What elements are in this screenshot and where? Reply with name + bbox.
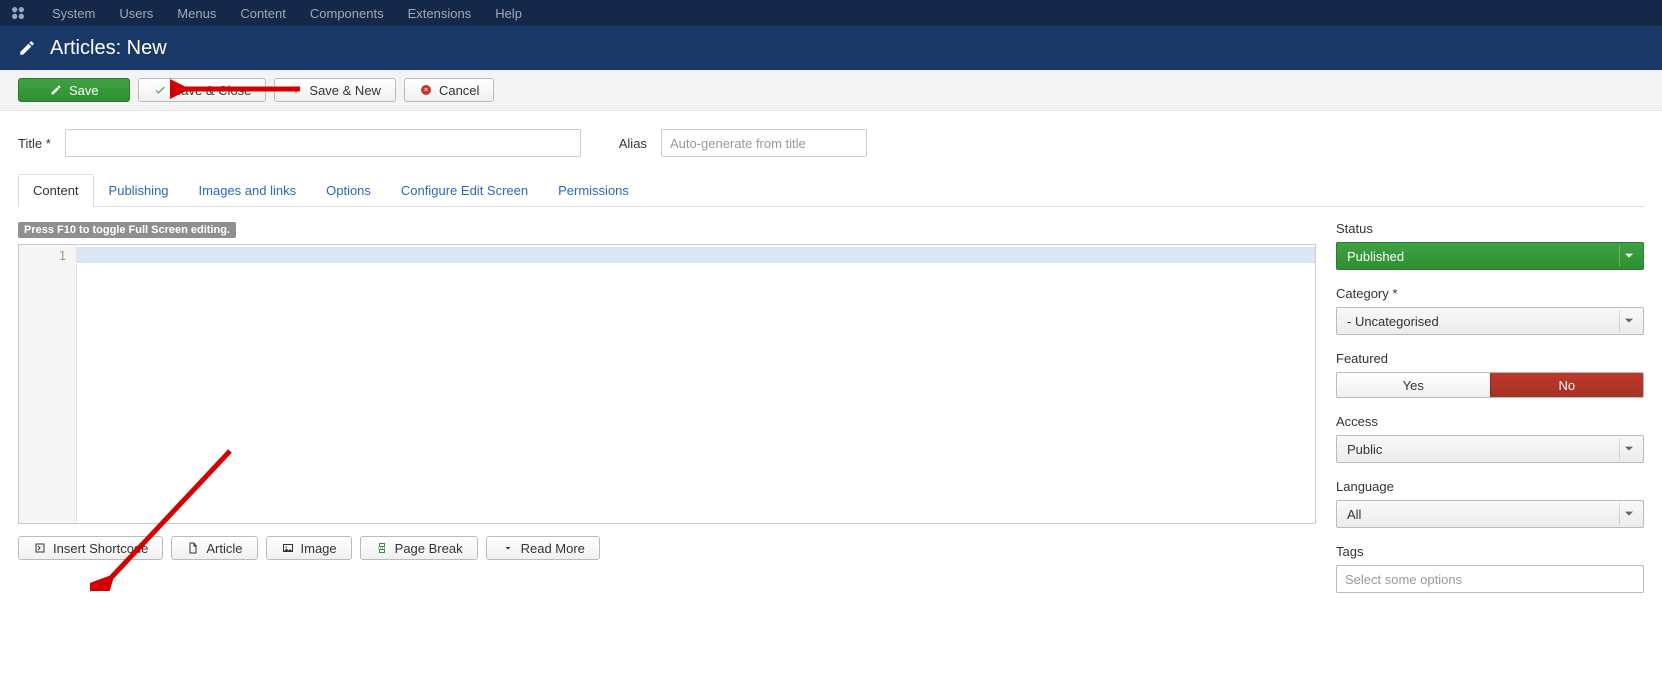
chevron-down-icon <box>501 541 515 555</box>
save-button[interactable]: Save <box>18 78 130 102</box>
action-toolbar: Save Save & Close Save & New Cancel <box>0 70 1662 111</box>
category-value: - Uncategorised <box>1347 314 1439 329</box>
tab-publishing[interactable]: Publishing <box>94 174 184 207</box>
main-area: Title * Alias Content Publishing Images … <box>0 111 1662 619</box>
category-select[interactable]: - Uncategorised <box>1336 307 1644 335</box>
featured-label: Featured <box>1336 351 1644 366</box>
editor-content[interactable] <box>77 245 1315 523</box>
shortcode-icon <box>33 541 47 555</box>
sidebar: Status Published Category * - Uncategori… <box>1336 221 1644 609</box>
save-new-button[interactable]: Save & New <box>274 78 396 102</box>
editor-body[interactable] <box>77 245 1315 523</box>
tab-permissions[interactable]: Permissions <box>543 174 644 207</box>
featured-toggle[interactable]: Yes No <box>1336 372 1644 398</box>
page-break-button[interactable]: Page Break <box>360 536 478 560</box>
tab-images-links[interactable]: Images and links <box>184 174 312 207</box>
nav-content[interactable]: Content <box>228 6 298 21</box>
file-icon <box>186 541 200 555</box>
tags-label: Tags <box>1336 544 1644 559</box>
nav-help[interactable]: Help <box>483 6 534 21</box>
cancel-label: Cancel <box>439 83 479 98</box>
cancel-icon <box>419 83 433 97</box>
apply-icon <box>49 83 63 97</box>
featured-yes[interactable]: Yes <box>1337 373 1490 397</box>
alias-label: Alias <box>619 136 647 151</box>
language-label: Language <box>1336 479 1644 494</box>
category-label: Category * <box>1336 286 1644 301</box>
tags-input[interactable]: Select some options <box>1336 565 1644 593</box>
save-button-label: Save <box>69 83 99 98</box>
save-close-button[interactable]: Save & Close <box>138 78 267 102</box>
page-break-icon <box>375 541 389 555</box>
top-nav: System Users Menus Content Components Ex… <box>0 0 1662 26</box>
title-label: Title * <box>18 136 51 151</box>
page-header: Articles: New <box>0 26 1662 70</box>
article-button[interactable]: Article <box>171 536 257 560</box>
insert-shortcode-label: Insert Shortcode <box>53 541 148 556</box>
read-more-label: Read More <box>521 541 585 556</box>
joomla-logo-icon <box>8 3 28 23</box>
image-label: Image <box>301 541 337 556</box>
save-new-label: Save & New <box>309 83 381 98</box>
nav-system[interactable]: System <box>40 6 107 21</box>
tabs: Content Publishing Images and links Opti… <box>18 173 1644 207</box>
editor-hint: Press F10 to toggle Full Screen editing. <box>18 222 236 238</box>
check-icon <box>153 83 167 97</box>
caret-icon <box>1619 503 1637 525</box>
nav-extensions[interactable]: Extensions <box>396 6 484 21</box>
nav-components[interactable]: Components <box>298 6 396 21</box>
caret-icon <box>1619 438 1637 460</box>
status-value: Published <box>1347 249 1404 264</box>
status-label: Status <box>1336 221 1644 236</box>
tab-content[interactable]: Content <box>18 174 94 207</box>
plus-icon <box>289 83 303 97</box>
nav-menus[interactable]: Menus <box>165 6 228 21</box>
cancel-button[interactable]: Cancel <box>404 78 494 102</box>
caret-icon <box>1619 310 1637 332</box>
article-label: Article <box>206 541 242 556</box>
tab-options[interactable]: Options <box>311 174 386 207</box>
alias-input[interactable] <box>661 129 867 157</box>
nav-users[interactable]: Users <box>107 6 165 21</box>
language-select[interactable]: All <box>1336 500 1644 528</box>
access-value: Public <box>1347 442 1382 457</box>
image-button[interactable]: Image <box>266 536 352 560</box>
access-label: Access <box>1336 414 1644 429</box>
title-input[interactable] <box>65 129 581 157</box>
language-value: All <box>1347 507 1361 522</box>
page-break-label: Page Break <box>395 541 463 556</box>
editor-gutter: 1 <box>19 245 77 523</box>
caret-icon <box>1619 245 1637 267</box>
tab-configure-edit-screen[interactable]: Configure Edit Screen <box>386 174 543 207</box>
insert-shortcode-button[interactable]: Insert Shortcode <box>18 536 163 560</box>
code-editor[interactable]: 1 <box>18 244 1316 524</box>
pencil-icon <box>18 39 36 57</box>
gutter-line-1: 1 <box>19 249 66 263</box>
status-select[interactable]: Published <box>1336 242 1644 270</box>
read-more-button[interactable]: Read More <box>486 536 600 560</box>
featured-no[interactable]: No <box>1490 373 1644 397</box>
title-row: Title * Alias <box>18 129 1644 157</box>
editor-column: Press F10 to toggle Full Screen editing.… <box>18 221 1316 609</box>
access-select[interactable]: Public <box>1336 435 1644 463</box>
image-icon <box>281 541 295 555</box>
tags-placeholder: Select some options <box>1345 572 1462 587</box>
page-title: Articles: New <box>50 37 167 60</box>
editor-buttons: Insert Shortcode Article Image <box>18 536 1316 560</box>
save-close-label: Save & Close <box>173 83 252 98</box>
